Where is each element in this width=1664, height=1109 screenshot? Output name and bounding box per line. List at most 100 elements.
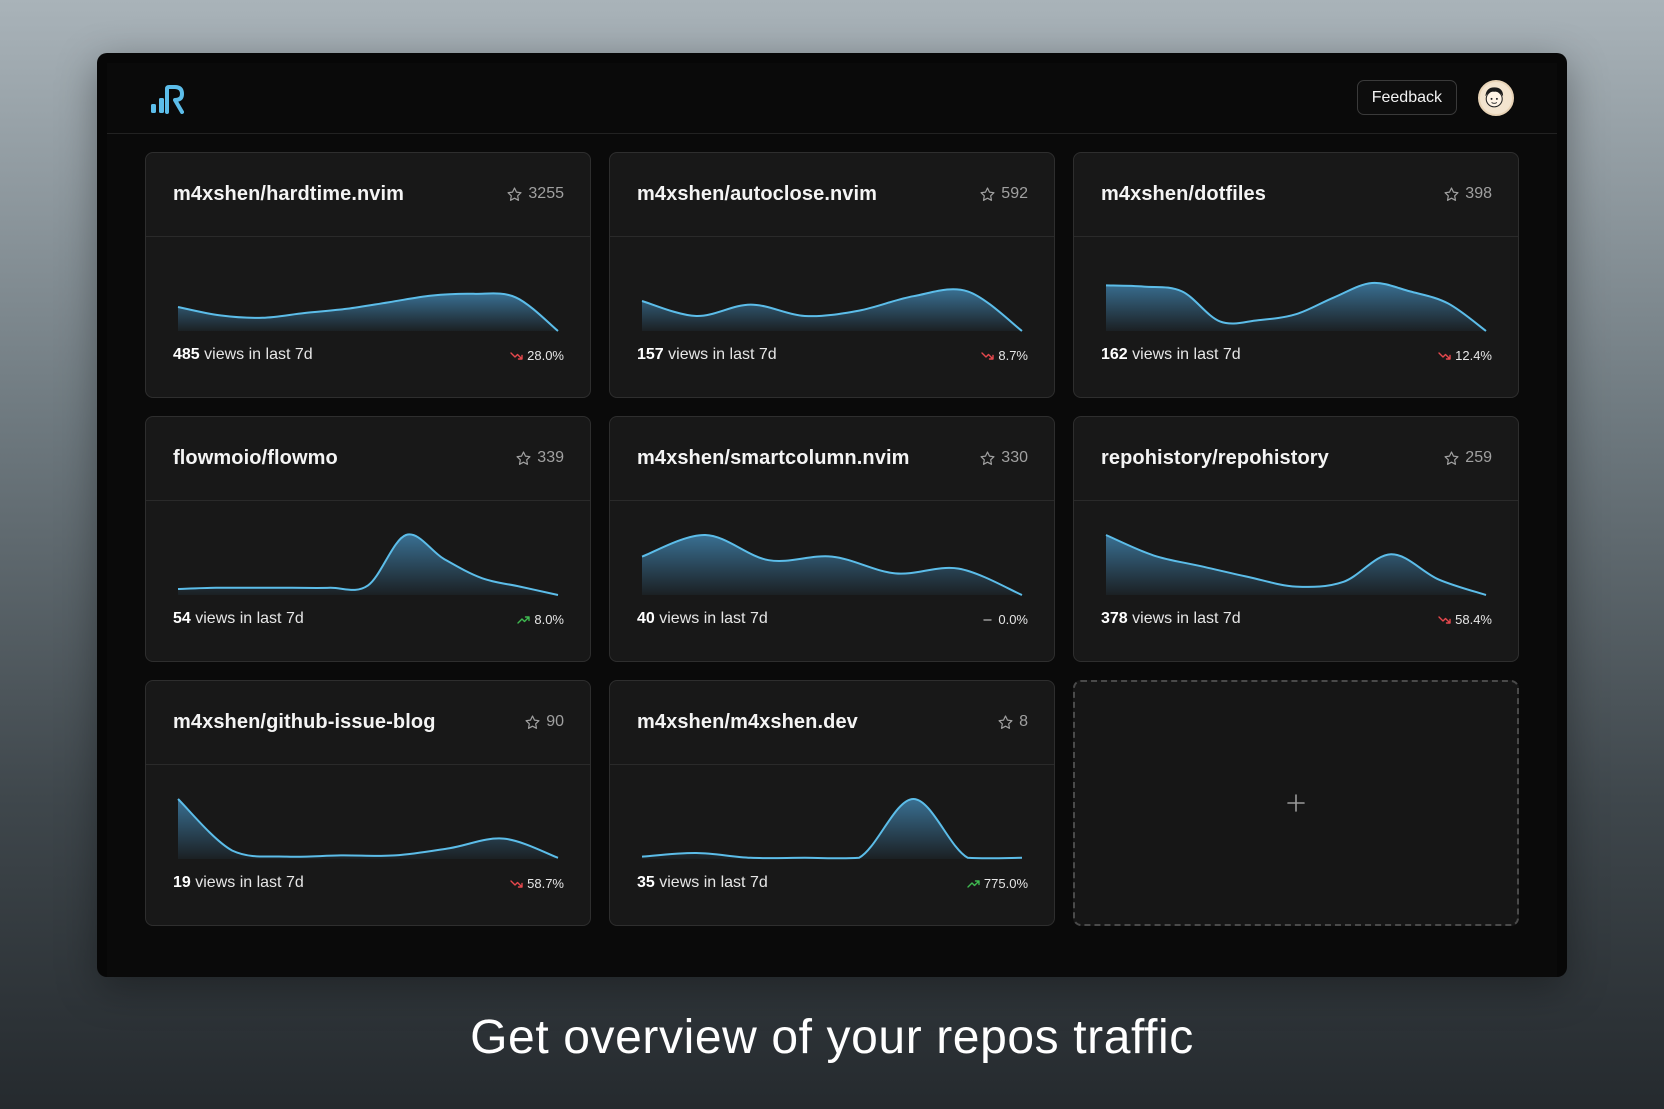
views-label: views in last 7d [195,610,304,627]
repo-card-header: repohistory/repohistory 259 [1074,417,1518,501]
sparkline-area [178,293,558,331]
star-icon [525,714,540,729]
star-count-value: 3255 [528,185,564,202]
views-count: 162 [1101,346,1128,363]
views-label: views in last 7d [204,346,313,363]
traffic-change: 775.0% [967,876,1028,891]
star-count-value: 398 [1465,185,1492,202]
views-count: 54 [173,610,191,627]
repo-name[interactable]: m4xshen/autoclose.nvim [637,183,877,206]
views-count: 40 [637,610,655,627]
star-icon [980,450,995,465]
views-summary: 19 views in last 7d [173,874,304,892]
star-count-value: 259 [1465,449,1492,466]
user-avatar-icon[interactable] [1478,80,1514,116]
trending-down-icon [510,879,523,888]
star-count: 259 [1443,449,1492,467]
star-icon [507,186,522,201]
star-count: 8 [997,713,1028,731]
views-count: 35 [637,874,655,891]
sparkline-line [641,797,1023,860]
flat-trend-icon [983,618,993,621]
traffic-change: 0.0% [981,612,1028,627]
change-percent: 775.0% [983,876,1028,891]
views-label: views in last 7d [659,610,768,627]
change-percent: 8.7% [998,348,1028,363]
views-count: 378 [1101,610,1128,627]
traffic-sparkline [177,533,559,596]
repo-card-header: m4xshen/m4xshen.dev 8 [610,681,1054,765]
trending-down-icon [510,351,523,360]
repo-name[interactable]: m4xshen/dotfiles [1101,183,1266,206]
traffic-change: 8.7% [981,348,1028,363]
views-summary: 378 views in last 7d [1101,610,1241,628]
repo-card[interactable]: m4xshen/smartcolumn.nvim 330 40 views in l… [609,416,1055,662]
traffic-change: 8.0% [517,612,564,627]
sparkline-area [1106,282,1486,331]
repo-name[interactable]: flowmoio/flowmo [173,447,338,470]
traffic-change: 58.4% [1438,612,1492,627]
star-count: 3255 [506,185,564,203]
traffic-sparkline [177,798,559,859]
change-percent: 0.0% [998,612,1028,627]
add-repo-button[interactable] [1073,680,1519,926]
star-count-value: 90 [546,713,564,730]
star-count: 398 [1443,185,1492,203]
plus-icon [1287,794,1305,812]
views-summary: 35 views in last 7d [637,874,768,892]
repo-name[interactable]: m4xshen/hardtime.nvim [173,183,404,206]
views-summary: 162 views in last 7d [1101,346,1241,364]
repo-name[interactable]: m4xshen/smartcolumn.nvim [637,447,910,470]
change-percent: 28.0% [527,348,564,363]
repo-card[interactable]: repohistory/repohistory 259 378 views in l… [1073,416,1519,662]
repo-card-header: m4xshen/hardtime.nvim 3255 [146,153,590,237]
star-icon [980,186,995,201]
repo-name[interactable]: m4xshen/github-issue-blog [173,711,436,734]
repo-card[interactable]: m4xshen/github-issue-blog 90 19 views in l… [145,680,591,926]
traffic-change: 58.7% [510,876,564,891]
change-percent: 58.4% [1455,612,1492,627]
repo-card[interactable]: m4xshen/m4xshen.dev 8 35 views in last 7d 7… [609,680,1055,926]
feedback-button[interactable]: Feedback [1356,80,1457,115]
trending-up-icon [517,615,531,624]
views-label: views in last 7d [195,874,304,891]
views-label: views in last 7d [1132,346,1241,363]
repo-name[interactable]: m4xshen/m4xshen.dev [637,711,858,734]
traffic-sparkline [641,533,1023,596]
star-count-value: 330 [1001,449,1028,466]
traffic-change: 12.4% [1438,348,1492,363]
repo-card[interactable]: flowmoio/flowmo 339 54 views in last 7d 8.0… [145,416,591,662]
repo-card[interactable]: m4xshen/autoclose.nvim 592 157 views in la… [609,152,1055,398]
trending-down-icon [1438,351,1451,360]
traffic-sparkline [641,288,1023,332]
traffic-sparkline [1105,281,1487,332]
repo-card-header: m4xshen/autoclose.nvim 592 [610,153,1054,237]
views-count: 19 [173,874,191,891]
star-count: 330 [979,449,1028,467]
repo-card-header: m4xshen/dotfiles 398 [1074,153,1518,237]
star-count-value: 339 [537,449,564,466]
star-count-value: 592 [1001,185,1028,202]
repohistory-logo-icon[interactable] [150,84,184,114]
repo-name[interactable]: repohistory/repohistory [1101,447,1329,470]
views-label: views in last 7d [659,874,768,891]
star-icon [1444,186,1459,201]
star-icon [998,714,1013,729]
repo-card[interactable]: m4xshen/hardtime.nvim 3255 485 views in la… [145,152,591,398]
sparkline-area [642,534,1022,595]
change-percent: 8.0% [534,612,564,627]
traffic-sparkline [1105,534,1487,596]
views-label: views in last 7d [668,346,777,363]
repo-card[interactable]: m4xshen/dotfiles 398 162 views in last 7d 1… [1073,152,1519,398]
marketing-caption: Get overview of your repos traffic [470,1011,1194,1064]
sparkline-area [642,289,1022,331]
sparkline-area [178,799,558,859]
traffic-sparkline [177,292,559,332]
change-percent: 58.7% [527,876,564,891]
star-count: 592 [979,185,1028,203]
app-window: Feedback m4xshen/hardtime.nvim 3255 485 vi… [97,53,1567,977]
trending-down-icon [1438,615,1451,624]
trending-up-icon [967,879,980,888]
star-icon [516,450,531,465]
repo-card-header: m4xshen/smartcolumn.nvim 330 [610,417,1054,501]
